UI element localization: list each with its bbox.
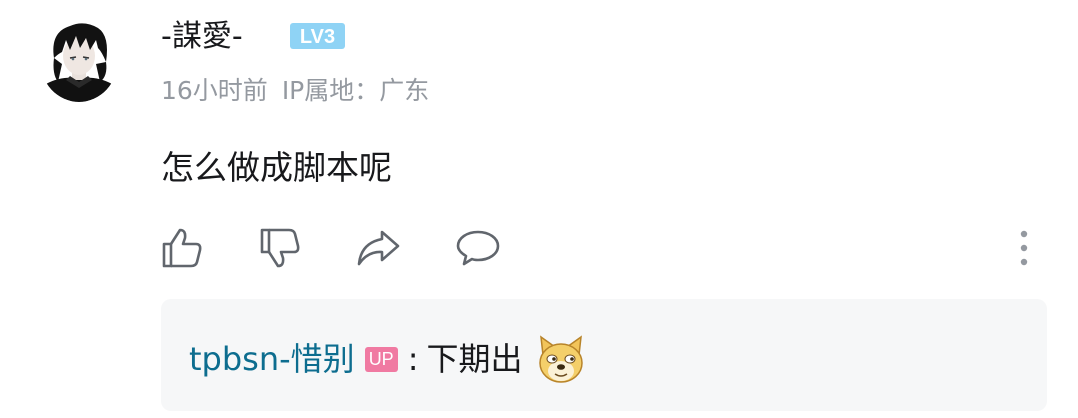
dislike-button[interactable] [258,226,302,270]
comment-meta: 16小时前 IP属地：广东 [161,74,429,108]
reply-separator: : [407,340,419,378]
comment-content: 怎么做成脚本呢 [161,148,392,187]
reply-text: 下期出 [426,340,523,378]
timestamp: 16小时前 [161,76,268,105]
doge-emoji-icon [535,333,587,385]
reply-username[interactable]: tpbsn-惜别 [189,337,355,381]
level-badge-icon: LV3 [289,22,346,50]
up-badge: UP [364,346,398,372]
reply-preview[interactable]: tpbsn-惜别 UP : 下期出 [161,299,1047,411]
like-button[interactable] [160,226,204,270]
reply-line: tpbsn-惜别 UP : 下期出 [189,335,587,383]
level-badge-text: LV3 [300,26,335,48]
thumb-up-icon [162,228,202,268]
avatar[interactable] [40,18,118,102]
share-button[interactable] [356,226,400,270]
more-options-button[interactable] [1010,226,1038,270]
share-arrow-icon [357,230,400,266]
thumb-down-icon [260,228,300,268]
ip-location: IP属地：广东 [281,76,430,105]
vertical-dots-icon [1020,230,1028,266]
comment-item: -謀愛- LV3 16小时前 IP属地：广东 怎么做成脚本呢 tpbsn-惜别 … [0,0,1078,418]
username[interactable]: -謀愛- [161,17,243,57]
avatar-image [40,18,118,102]
comment-bubble-icon [456,230,500,266]
reply-button[interactable] [456,226,500,270]
